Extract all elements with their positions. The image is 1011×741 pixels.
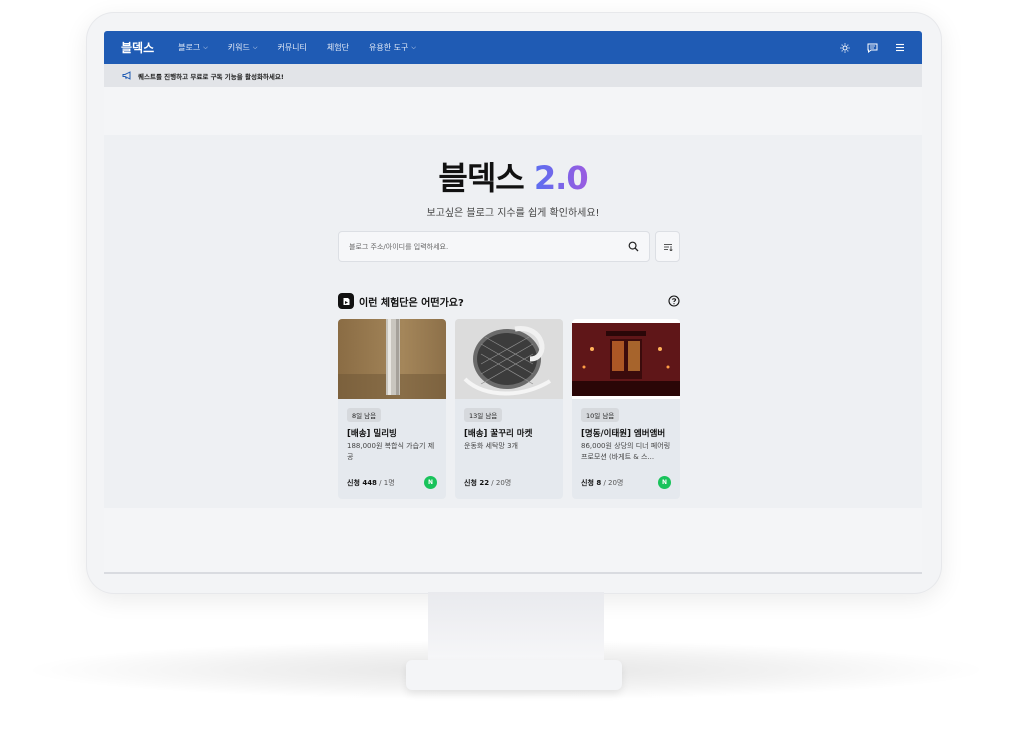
experience-section-header: 이런 체험단은 어떤가요?	[338, 293, 680, 309]
card-description: 188,000원 복합식 가습기 제공	[347, 442, 435, 461]
days-left-badge: 13일 남음	[464, 408, 503, 422]
search-input[interactable]	[349, 242, 628, 251]
chevron-down-icon: ⌵	[203, 43, 208, 51]
applied-count: 신청 22	[464, 479, 490, 487]
screen: 블덱스 블로그 ⌵ 키워드 ⌵ 커뮤니티 체험단 유용한 도구 ⌵ 퀘스트를 진…	[104, 31, 922, 572]
megaphone-icon	[122, 71, 131, 80]
chat-icon[interactable]	[867, 43, 878, 53]
naver-blog-icon: N	[658, 476, 671, 489]
recruit-count: / 20명	[491, 479, 512, 487]
naver-blog-icon: N	[424, 476, 437, 489]
sun-icon[interactable]	[840, 42, 850, 53]
stage: 블덱스 블로그 ⌵ 키워드 ⌵ 커뮤니티 체험단 유용한 도구 ⌵ 퀘스트를 진…	[0, 0, 1011, 741]
search-options-button[interactable]	[655, 231, 680, 262]
help-icon[interactable]	[668, 295, 680, 307]
card-title: [명동/이태원] 엠버앰버	[581, 429, 666, 439]
card-description: 86,000원 상당의 디너 페어링 프로모션 (바게트 & 스...	[581, 442, 671, 461]
search-box	[338, 231, 650, 262]
announcement-bar[interactable]: 퀘스트를 진행하고 무료로 구독 기능을 활성화하세요!	[104, 64, 922, 87]
nav-item-label: 체험단	[326, 43, 349, 52]
card-title: [배송] 꿀꾸리 마켓	[464, 429, 533, 439]
experience-section-title: 이런 체험단은 어떤가요?	[359, 297, 464, 309]
chevron-down-icon: ⌵	[411, 43, 416, 51]
nav-item-keyword[interactable]: 키워드 ⌵	[228, 42, 258, 53]
page-subtitle: 보고싶은 블로그 지수를 쉽게 확인하세요!	[426, 208, 600, 219]
nav-item-community[interactable]: 커뮤니티	[277, 42, 306, 53]
navbar: 블덱스 블로그 ⌵ 키워드 ⌵ 커뮤니티 체험단 유용한 도구 ⌵	[104, 31, 922, 64]
experience-card[interactable]: 8일 남음 [배송] 밀리빙 188,000원 복합식 가습기 제공 신청 44…	[338, 319, 446, 499]
humidifier-photo	[338, 319, 446, 399]
monitor-base	[406, 660, 622, 690]
page-title: 블덱스 2.0	[104, 153, 922, 199]
card-description: 운동화 세탁망 3개	[464, 442, 518, 450]
experience-card[interactable]: 10일 남음 [명동/이태원] 엠버앰버 86,000원 상당의 디너 페어링 …	[572, 319, 680, 499]
announcement-text: 퀘스트를 진행하고 무료로 구독 기능을 활성화하세요!	[138, 72, 284, 81]
title-text: 블덱스	[438, 159, 524, 197]
nav-item-experience[interactable]: 체험단	[327, 42, 349, 53]
laundry-net-photo	[455, 319, 563, 399]
experience-cards: 8일 남음 [배송] 밀리빙 188,000원 복합식 가습기 제공 신청 44…	[338, 319, 680, 499]
card-title: [배송] 밀리빙	[347, 429, 397, 439]
experience-card[interactable]: 13일 남음 [배송] 꿀꾸리 마켓 운동화 세탁망 3개 신청 22 / 20…	[455, 319, 563, 499]
days-left-badge: 8일 남음	[347, 408, 382, 422]
version-label: 2.0	[533, 159, 589, 197]
restaurant-photo	[572, 319, 680, 399]
card-applicants: 신청 22 / 20명	[464, 478, 511, 488]
nav-item-blog[interactable]: 블로그 ⌵	[178, 42, 208, 53]
menu-icon[interactable]	[895, 43, 905, 52]
monitor-stand	[428, 592, 604, 664]
hero-section: 블덱스 2.0 보고싶은 블로그 지수를 쉽게 확인하세요! 블로그 주소/아이…	[104, 135, 922, 508]
applied-count: 신청 8	[581, 479, 602, 487]
nav-item-label: 키워드	[227, 43, 250, 52]
card-applicants: 신청 8 / 20명	[581, 478, 623, 488]
experience-logo-icon	[338, 293, 354, 309]
brand-logo[interactable]: 블덱스	[121, 39, 154, 56]
nav-actions	[840, 42, 905, 53]
nav-item-label: 블로그	[178, 43, 201, 52]
nav-item-label: 유용한 도구	[368, 43, 409, 52]
search-icon[interactable]	[628, 241, 639, 252]
recruit-count: / 1명	[379, 479, 395, 487]
recruit-count: / 20명	[603, 479, 624, 487]
applied-count: 신청 448	[347, 479, 377, 487]
chevron-down-icon: ⌵	[252, 43, 258, 51]
sliders-icon	[663, 243, 673, 251]
card-applicants: 신청 448 / 1명	[347, 478, 395, 488]
days-left-badge: 10일 남음	[581, 408, 620, 422]
screen-bottom-edge	[104, 572, 922, 574]
nav-item-tools[interactable]: 유용한 도구 ⌵	[369, 42, 416, 53]
nav-item-label: 커뮤니티	[277, 43, 307, 52]
